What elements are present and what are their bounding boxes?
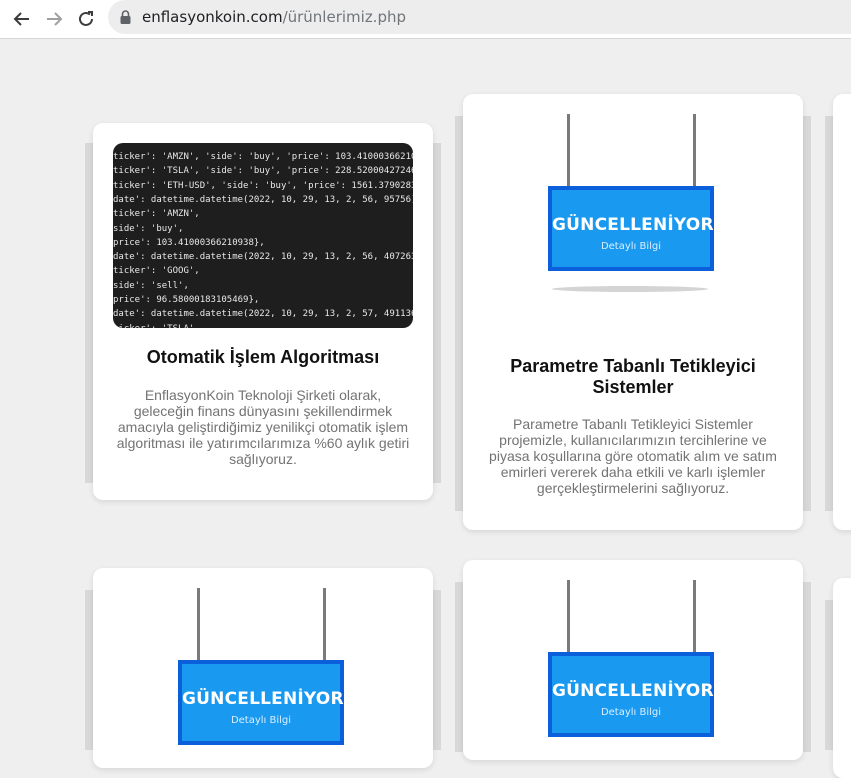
address-bar[interactable]: enflasyonkoin.com/ürünlerimiz.php [108, 0, 851, 34]
card-title: Parametre Tabanlı Tetikleyici Sistemler [510, 356, 756, 397]
card-description: Parametre Tabanlı Tetikleyici Sistemler … [489, 416, 777, 496]
updating-sign: GÜNCELLENİYOR Detaylı Bilgi [178, 588, 344, 768]
sign-subtitle: Detaylı Bilgi [230, 715, 292, 726]
card-backdrop [433, 590, 441, 750]
card-backdrop [455, 116, 463, 511]
url-domain: enflasyonkoin.com [142, 8, 283, 26]
sign-title: GÜNCELLENİYOR [552, 215, 714, 235]
back-icon[interactable] [10, 7, 34, 31]
card-backdrop [825, 600, 833, 750]
code-line: ticker': 'TSLA', [113, 324, 200, 328]
sign-rope [197, 588, 200, 668]
sign-rope [567, 114, 570, 192]
code-line: price': 96.58000183105469}, [113, 295, 260, 305]
sign-rope [567, 580, 570, 660]
product-card-partial[interactable] [833, 94, 851, 530]
sign-shadow [552, 286, 708, 292]
sign-rope [693, 580, 696, 660]
code-line: date': datetime.datetime(2022, 10, 29, 1… [113, 194, 413, 205]
browser-toolbar: enflasyonkoin.com/ürünlerimiz.php [0, 0, 851, 39]
code-screenshot-image: ticker': 'AMZN', 'side': 'buy', 'price':… [113, 143, 413, 328]
url-path: /ürünlerimiz.php [282, 8, 407, 26]
sign-rope [693, 114, 696, 192]
code-line: price': 103.41000366210938}, [113, 237, 265, 248]
updating-sign: GÜNCELLENİYOR Detaylı Bilgi [548, 114, 714, 294]
card-backdrop [825, 116, 833, 511]
sign-title: GÜNCELLENİYOR [182, 689, 344, 709]
lock-icon[interactable] [120, 10, 131, 29]
card-backdrop [85, 590, 93, 750]
updating-sign: GÜNCELLENİYOR Detaylı Bilgi [548, 580, 714, 760]
url-text[interactable]: enflasyonkoin.com/ürünlerimiz.php [142, 8, 406, 26]
sign-rope [323, 588, 326, 668]
code-line: date': datetime.datetime(2022, 10, 29, 1… [113, 309, 413, 320]
forward-icon[interactable] [42, 7, 66, 31]
card-description: EnflasyonKoin Teknoloji Şirketi olarak, … [116, 387, 410, 467]
product-card-partial[interactable] [833, 578, 851, 778]
card-backdrop [433, 143, 441, 483]
sign-title: GÜNCELLENİYOR [552, 681, 714, 701]
code-line: ticker': 'GOOG', [113, 266, 200, 277]
code-line: date': datetime.datetime(2022, 10, 29, 1… [113, 252, 413, 263]
product-card-updating[interactable]: GÜNCELLENİYOR Detaylı Bilgi [463, 560, 803, 760]
sign-board: GÜNCELLENİYOR Detaylı Bilgi [178, 660, 344, 745]
product-card-algorithm[interactable]: ticker': 'AMZN', 'side': 'buy', 'price':… [93, 123, 433, 500]
product-card-trigger-systems[interactable]: GÜNCELLENİYOR Detaylı Bilgi Parametre Ta… [463, 94, 803, 530]
code-line: ticker': 'AMZN', 'side': 'buy', 'price':… [113, 152, 413, 162]
code-line: ticker': 'AMZN', [113, 209, 200, 220]
sign-subtitle: Detaylı Bilgi [600, 707, 662, 718]
card-backdrop [85, 143, 93, 483]
reload-icon[interactable] [74, 7, 98, 31]
sign-board: GÜNCELLENİYOR Detaylı Bilgi [548, 186, 714, 271]
sign-subtitle: Detaylı Bilgi [600, 241, 662, 252]
code-line: ticker': 'ETH-USD', 'side': 'buy', 'pric… [113, 180, 413, 191]
card-backdrop [803, 582, 811, 752]
card-backdrop [455, 582, 463, 752]
code-line: side': 'buy', [113, 223, 184, 234]
code-line: ticker': 'TSLA', 'side': 'buy', 'price':… [113, 166, 413, 177]
product-card-updating[interactable]: GÜNCELLENİYOR Detaylı Bilgi [93, 568, 433, 768]
sign-board: GÜNCELLENİYOR Detaylı Bilgi [548, 652, 714, 737]
code-line: side': 'sell', [113, 280, 189, 291]
card-backdrop [803, 116, 811, 511]
card-title: Otomatik İşlem Algoritması [146, 347, 380, 367]
